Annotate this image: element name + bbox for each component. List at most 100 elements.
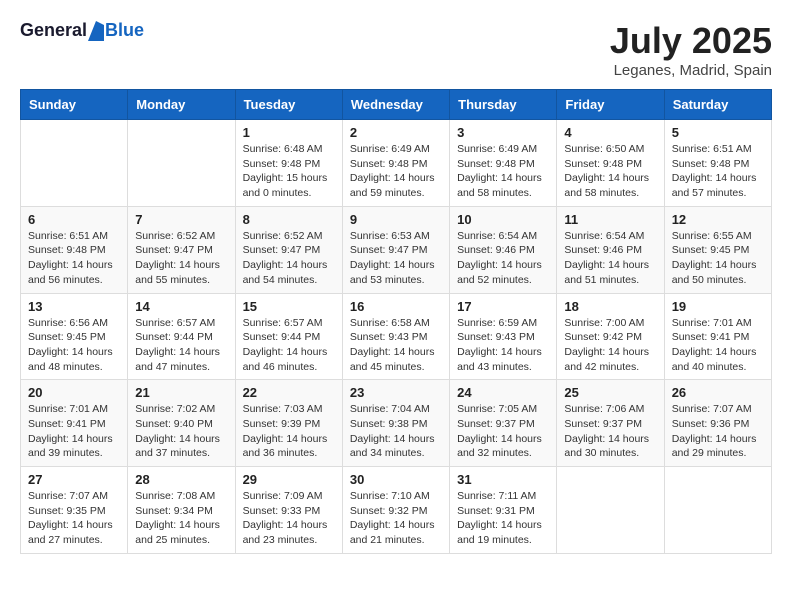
cell-content: Sunrise: 6:55 AM Sunset: 9:45 PM Dayligh… bbox=[672, 229, 764, 288]
cell-content: Sunrise: 7:00 AM Sunset: 9:42 PM Dayligh… bbox=[564, 316, 656, 375]
page-header: General Blue July 2025 Leganes, Madrid, … bbox=[20, 20, 772, 79]
logo-icon bbox=[88, 21, 104, 41]
calendar-cell bbox=[664, 467, 771, 554]
cell-content: Sunrise: 7:07 AM Sunset: 9:36 PM Dayligh… bbox=[672, 402, 764, 461]
day-number: 2 bbox=[350, 125, 442, 140]
cell-content: Sunrise: 6:48 AM Sunset: 9:48 PM Dayligh… bbox=[243, 142, 335, 201]
day-number: 22 bbox=[243, 385, 335, 400]
logo-blue: Blue bbox=[105, 20, 144, 41]
day-number: 28 bbox=[135, 472, 227, 487]
day-number: 15 bbox=[243, 299, 335, 314]
calendar-cell: 20 Sunrise: 7:01 AM Sunset: 9:41 PM Dayli… bbox=[21, 380, 128, 467]
cell-content: Sunrise: 7:05 AM Sunset: 9:37 PM Dayligh… bbox=[457, 402, 549, 461]
day-number: 16 bbox=[350, 299, 442, 314]
calendar-cell: 3 Sunrise: 6:49 AM Sunset: 9:48 PM Daylig… bbox=[450, 120, 557, 207]
logo-general: General bbox=[20, 20, 87, 41]
day-number: 31 bbox=[457, 472, 549, 487]
calendar-cell: 10Sunrise: 6:54 AM Sunset: 9:46 PM Dayli… bbox=[450, 206, 557, 293]
calendar-cell: 13 Sunrise: 6:56 AM Sunset: 9:45 PM Dayli… bbox=[21, 293, 128, 380]
day-number: 23 bbox=[350, 385, 442, 400]
day-number: 3 bbox=[457, 125, 549, 140]
calendar-cell: 23 Sunrise: 7:04 AM Sunset: 9:38 PM Dayli… bbox=[342, 380, 449, 467]
calendar-cell: 28 Sunrise: 7:08 AM Sunset: 9:34 PM Dayli… bbox=[128, 467, 235, 554]
day-number: 17 bbox=[457, 299, 549, 314]
calendar-cell: 17 Sunrise: 6:59 AM Sunset: 9:43 PM Dayli… bbox=[450, 293, 557, 380]
title-section: July 2025 Leganes, Madrid, Spain bbox=[610, 20, 772, 79]
calendar-cell: 24Sunrise: 7:05 AM Sunset: 9:37 PM Dayli… bbox=[450, 380, 557, 467]
calendar-cell: 5 Sunrise: 6:51 AM Sunset: 9:48 PM Daylig… bbox=[664, 120, 771, 207]
cell-content: Sunrise: 7:08 AM Sunset: 9:34 PM Dayligh… bbox=[135, 489, 227, 548]
day-number: 5 bbox=[672, 125, 764, 140]
day-number: 9 bbox=[350, 212, 442, 227]
cell-content: Sunrise: 6:56 AM Sunset: 9:45 PM Dayligh… bbox=[28, 316, 120, 375]
day-number: 7 bbox=[135, 212, 227, 227]
day-header-wednesday: Wednesday bbox=[342, 90, 449, 120]
cell-content: Sunrise: 6:58 AM Sunset: 9:43 PM Dayligh… bbox=[350, 316, 442, 375]
day-number: 12 bbox=[672, 212, 764, 227]
calendar-cell: 27Sunrise: 7:07 AM Sunset: 9:35 PM Dayli… bbox=[21, 467, 128, 554]
calendar-header-row: SundayMondayTuesdayWednesdayThursdayFrid… bbox=[21, 90, 772, 120]
calendar-week-row: 20 Sunrise: 7:01 AM Sunset: 9:41 PM Dayli… bbox=[21, 380, 772, 467]
calendar-cell: 16 Sunrise: 6:58 AM Sunset: 9:43 PM Dayli… bbox=[342, 293, 449, 380]
calendar-cell bbox=[557, 467, 664, 554]
day-number: 26 bbox=[672, 385, 764, 400]
calendar-cell: 19 Sunrise: 7:01 AM Sunset: 9:41 PM Dayli… bbox=[664, 293, 771, 380]
cell-content: Sunrise: 7:03 AM Sunset: 9:39 PM Dayligh… bbox=[243, 402, 335, 461]
day-header-friday: Friday bbox=[557, 90, 664, 120]
calendar-cell: 12 Sunrise: 6:55 AM Sunset: 9:45 PM Dayli… bbox=[664, 206, 771, 293]
calendar-week-row: 1 Sunrise: 6:48 AM Sunset: 9:48 PM Daylig… bbox=[21, 120, 772, 207]
day-number: 19 bbox=[672, 299, 764, 314]
cell-content: Sunrise: 6:53 AM Sunset: 9:47 PM Dayligh… bbox=[350, 229, 442, 288]
calendar-cell: 29 Sunrise: 7:09 AM Sunset: 9:33 PM Dayli… bbox=[235, 467, 342, 554]
calendar-cell: 7Sunrise: 6:52 AM Sunset: 9:47 PM Daylig… bbox=[128, 206, 235, 293]
calendar-cell: 2 Sunrise: 6:49 AM Sunset: 9:48 PM Daylig… bbox=[342, 120, 449, 207]
day-number: 25 bbox=[564, 385, 656, 400]
day-header-saturday: Saturday bbox=[664, 90, 771, 120]
calendar-table: SundayMondayTuesdayWednesdayThursdayFrid… bbox=[20, 89, 772, 554]
calendar-week-row: 27Sunrise: 7:07 AM Sunset: 9:35 PM Dayli… bbox=[21, 467, 772, 554]
day-number: 11 bbox=[564, 212, 656, 227]
cell-content: Sunrise: 7:04 AM Sunset: 9:38 PM Dayligh… bbox=[350, 402, 442, 461]
calendar-cell: 15 Sunrise: 6:57 AM Sunset: 9:44 PM Dayli… bbox=[235, 293, 342, 380]
cell-content: Sunrise: 6:54 AM Sunset: 9:46 PM Dayligh… bbox=[564, 229, 656, 288]
cell-content: Sunrise: 7:01 AM Sunset: 9:41 PM Dayligh… bbox=[672, 316, 764, 375]
cell-content: Sunrise: 7:01 AM Sunset: 9:41 PM Dayligh… bbox=[28, 402, 120, 461]
calendar-cell: 25Sunrise: 7:06 AM Sunset: 9:37 PM Dayli… bbox=[557, 380, 664, 467]
calendar-cell: 31 Sunrise: 7:11 AM Sunset: 9:31 PM Dayli… bbox=[450, 467, 557, 554]
calendar-cell: 18Sunrise: 7:00 AM Sunset: 9:42 PM Dayli… bbox=[557, 293, 664, 380]
day-header-tuesday: Tuesday bbox=[235, 90, 342, 120]
cell-content: Sunrise: 6:51 AM Sunset: 9:48 PM Dayligh… bbox=[28, 229, 120, 288]
calendar-cell: 11 Sunrise: 6:54 AM Sunset: 9:46 PM Dayli… bbox=[557, 206, 664, 293]
calendar-cell: 30Sunrise: 7:10 AM Sunset: 9:32 PM Dayli… bbox=[342, 467, 449, 554]
cell-content: Sunrise: 6:59 AM Sunset: 9:43 PM Dayligh… bbox=[457, 316, 549, 375]
day-header-thursday: Thursday bbox=[450, 90, 557, 120]
day-number: 21 bbox=[135, 385, 227, 400]
cell-content: Sunrise: 7:02 AM Sunset: 9:40 PM Dayligh… bbox=[135, 402, 227, 461]
day-header-sunday: Sunday bbox=[21, 90, 128, 120]
day-header-monday: Monday bbox=[128, 90, 235, 120]
day-number: 13 bbox=[28, 299, 120, 314]
calendar-week-row: 13 Sunrise: 6:56 AM Sunset: 9:45 PM Dayli… bbox=[21, 293, 772, 380]
cell-content: Sunrise: 6:52 AM Sunset: 9:47 PM Dayligh… bbox=[243, 229, 335, 288]
cell-content: Sunrise: 7:11 AM Sunset: 9:31 PM Dayligh… bbox=[457, 489, 549, 548]
day-number: 29 bbox=[243, 472, 335, 487]
cell-content: Sunrise: 6:49 AM Sunset: 9:48 PM Dayligh… bbox=[457, 142, 549, 201]
calendar-cell: 14Sunrise: 6:57 AM Sunset: 9:44 PM Dayli… bbox=[128, 293, 235, 380]
cell-content: Sunrise: 6:57 AM Sunset: 9:44 PM Dayligh… bbox=[135, 316, 227, 375]
calendar-cell bbox=[21, 120, 128, 207]
logo: General Blue bbox=[20, 20, 144, 41]
cell-content: Sunrise: 6:54 AM Sunset: 9:46 PM Dayligh… bbox=[457, 229, 549, 288]
day-number: 8 bbox=[243, 212, 335, 227]
cell-content: Sunrise: 7:10 AM Sunset: 9:32 PM Dayligh… bbox=[350, 489, 442, 548]
calendar-cell: 1 Sunrise: 6:48 AM Sunset: 9:48 PM Daylig… bbox=[235, 120, 342, 207]
cell-content: Sunrise: 6:49 AM Sunset: 9:48 PM Dayligh… bbox=[350, 142, 442, 201]
cell-content: Sunrise: 7:09 AM Sunset: 9:33 PM Dayligh… bbox=[243, 489, 335, 548]
day-number: 20 bbox=[28, 385, 120, 400]
cell-content: Sunrise: 6:51 AM Sunset: 9:48 PM Dayligh… bbox=[672, 142, 764, 201]
day-number: 6 bbox=[28, 212, 120, 227]
cell-content: Sunrise: 7:07 AM Sunset: 9:35 PM Dayligh… bbox=[28, 489, 120, 548]
calendar-week-row: 6 Sunrise: 6:51 AM Sunset: 9:48 PM Daylig… bbox=[21, 206, 772, 293]
day-number: 1 bbox=[243, 125, 335, 140]
cell-content: Sunrise: 6:57 AM Sunset: 9:44 PM Dayligh… bbox=[243, 316, 335, 375]
calendar-cell: 4Sunrise: 6:50 AM Sunset: 9:48 PM Daylig… bbox=[557, 120, 664, 207]
